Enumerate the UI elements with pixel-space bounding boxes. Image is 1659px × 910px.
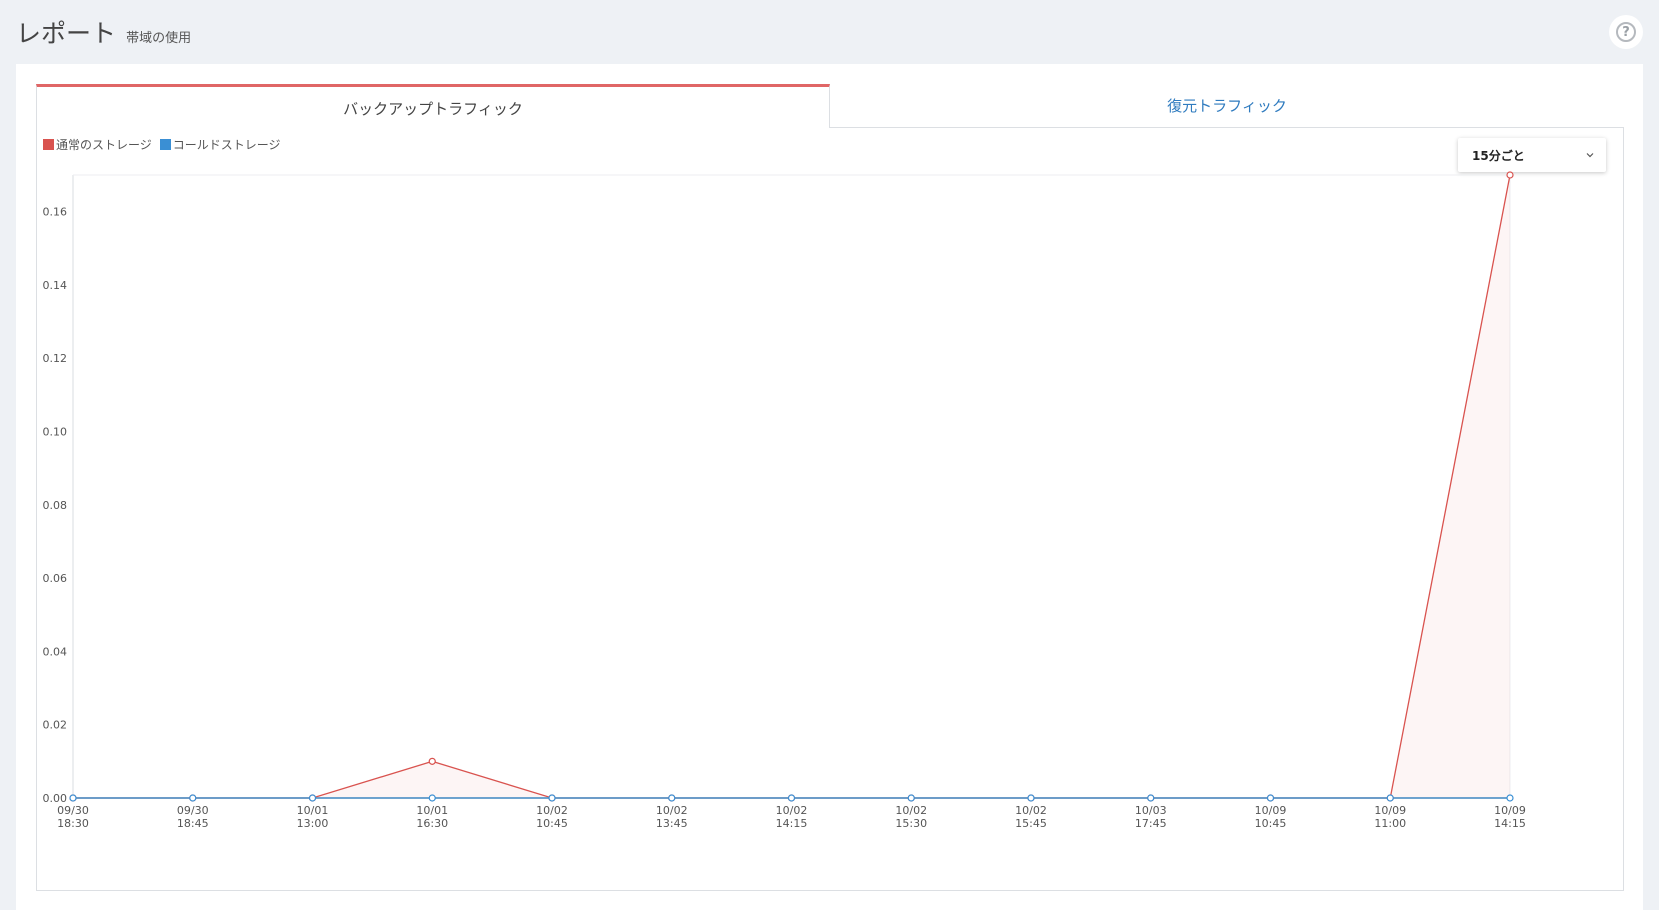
x-tick-label: 10/02 13:45 [656, 804, 688, 830]
series-line-normal [73, 174, 1511, 799]
x-tick-label: 09/30 18:45 [177, 804, 209, 830]
question-circle-icon: ? [1616, 22, 1636, 42]
data-point-cold [668, 794, 676, 802]
page-header: レポート 帯域の使用 [16, 14, 191, 54]
x-tick-label: 10/02 14:15 [776, 804, 808, 830]
x-tick-label: 10/01 16:30 [416, 804, 448, 830]
x-tick-label: 10/01 13:00 [297, 804, 329, 830]
y-tick-label: 0.10 [43, 426, 68, 439]
y-tick-label: 0.14 [43, 279, 68, 292]
page-subtitle: 帯域の使用 [126, 31, 192, 46]
data-point-cold [1027, 794, 1035, 802]
data-point-cold [428, 794, 436, 802]
y-tick-label: 0.02 [43, 719, 68, 732]
data-point-normal [428, 757, 436, 765]
data-point-cold [548, 794, 556, 802]
x-tick-label: 10/02 15:45 [1015, 804, 1047, 830]
data-point-normal [1506, 171, 1514, 179]
data-point-cold [1147, 794, 1155, 802]
data-point-cold [189, 794, 197, 802]
x-tick-label: 09/30 18:30 [57, 804, 89, 830]
x-tick-label: 10/03 17:45 [1135, 804, 1167, 830]
x-tick-label: 10/09 14:15 [1494, 804, 1526, 830]
help-button[interactable]: ? [1609, 15, 1643, 49]
y-tick-label: 0.16 [43, 206, 68, 219]
data-point-cold [69, 794, 77, 802]
x-tick-label: 10/02 10:45 [536, 804, 568, 830]
y-tick-label: 0.12 [43, 352, 68, 365]
data-point-cold [1386, 794, 1394, 802]
x-tick-label: 10/09 11:00 [1374, 804, 1406, 830]
x-tick-label: 10/02 15:30 [895, 804, 927, 830]
x-tick-label: 10/09 10:45 [1255, 804, 1287, 830]
data-point-cold [1506, 794, 1514, 802]
page-title: レポート [16, 19, 117, 48]
series-area-normal [73, 175, 1510, 798]
report-card: バックアップトラフィック 復元トラフィック 通常のストレージ コールドストレージ… [16, 64, 1643, 910]
data-point-cold [308, 794, 317, 802]
bandwidth-chart: 0.000.020.040.060.080.100.120.140.1609/3… [43, 171, 1526, 830]
data-point-cold [1266, 794, 1275, 802]
y-tick-label: 0.06 [43, 572, 68, 585]
data-point-cold [907, 794, 915, 802]
y-tick-label: 0.08 [43, 499, 68, 512]
y-tick-label: 0.04 [43, 645, 68, 658]
data-point-cold [787, 794, 796, 802]
